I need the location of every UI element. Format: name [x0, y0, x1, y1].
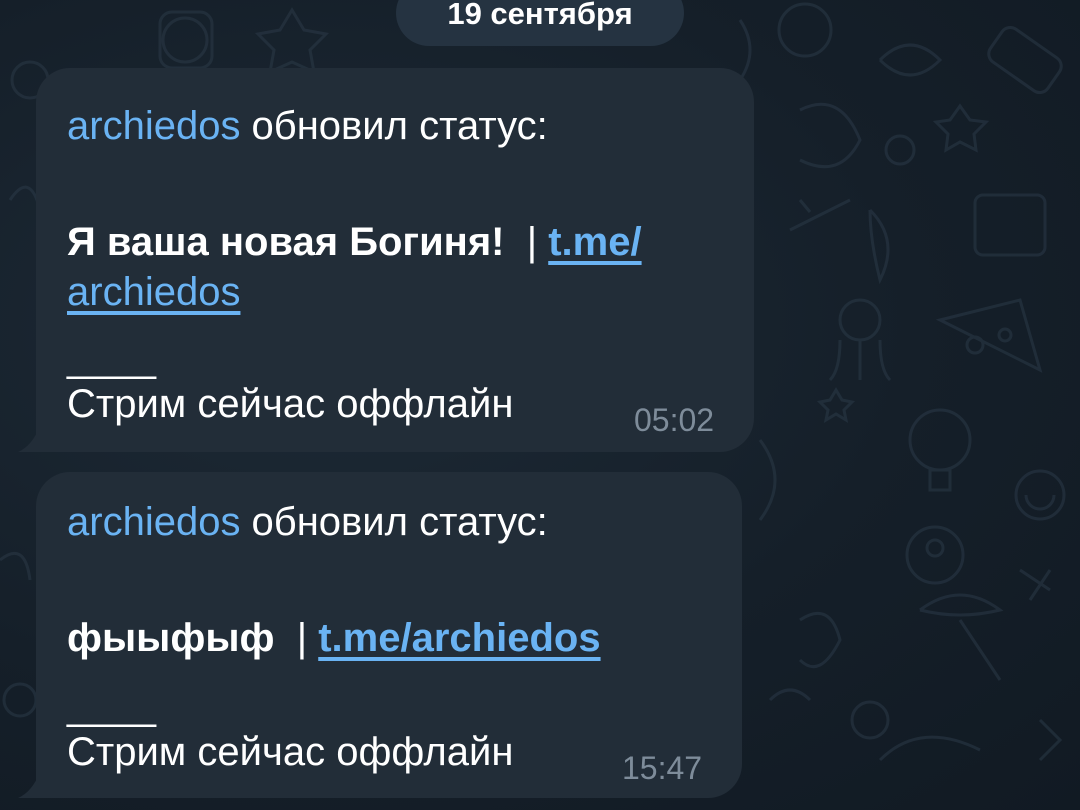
status-link[interactable]: t.me/ [548, 220, 641, 264]
status-link[interactable]: archiedos [67, 270, 240, 314]
message-header: archiedos обновил статус: [67, 96, 548, 156]
separator: | [526, 220, 538, 264]
author-name[interactable]: archiedos [67, 500, 240, 544]
separator: | [296, 616, 308, 660]
message-header: archiedos обновил статус: [67, 492, 548, 552]
bubble-tail [18, 772, 40, 798]
bubble-tail [18, 426, 40, 452]
message-time: 15:47 [622, 750, 703, 786]
status-text: Я ваша новая Богиня! [67, 220, 505, 264]
status-text: фыыфыф [67, 616, 275, 660]
author-name[interactable]: archiedos [67, 104, 240, 148]
stream-status: Стрим сейчас оффлайн [67, 730, 514, 774]
stream-status: Стрим сейчас оффлайн [67, 382, 514, 426]
message-bubble[interactable]: archiedos обновил статус: фыыфыф | t.me/… [18, 472, 742, 798]
action-text: обновил статус: [240, 104, 548, 148]
date-separator: 19 сентября [396, 0, 684, 46]
action-text: обновил статус: [240, 500, 548, 544]
message-time: 05:02 [634, 402, 715, 438]
status-link[interactable]: t.me/archiedos [318, 616, 600, 660]
message-bubble[interactable]: archiedos обновил статус: Я ваша новая Б… [18, 68, 754, 452]
link-continuation: archiedos [67, 262, 240, 322]
status-line: фыыфыф | t.me/archiedos [67, 608, 601, 668]
